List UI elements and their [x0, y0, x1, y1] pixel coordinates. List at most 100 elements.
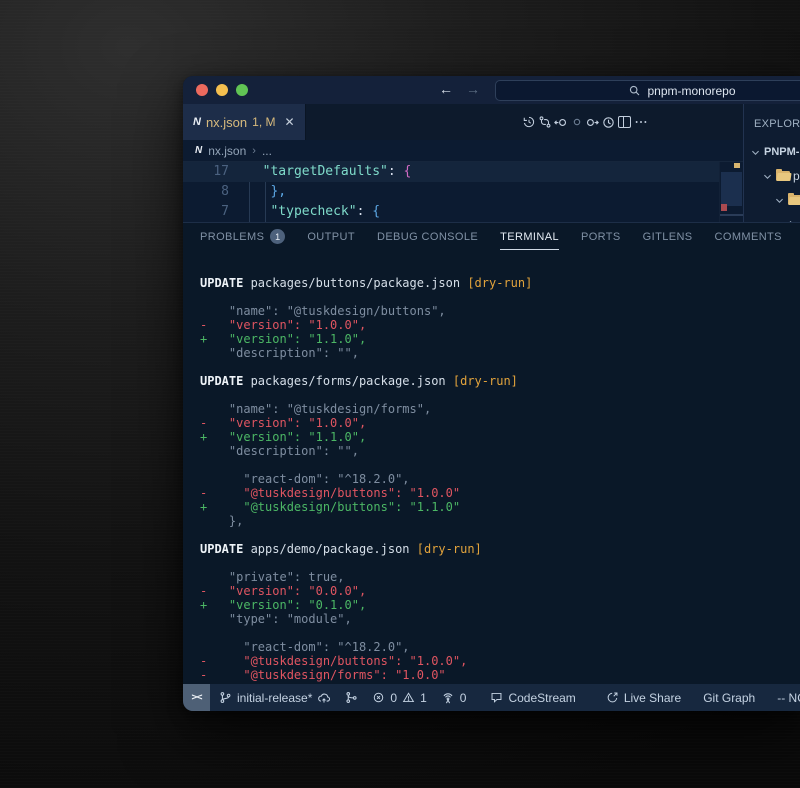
remote-indicator[interactable]: ><	[183, 684, 210, 711]
minimap-divider	[720, 214, 743, 216]
problems-status-item[interactable]: 0 1	[372, 691, 426, 705]
terminal-line	[200, 360, 800, 374]
terminal-line: - "version": "0.0.0",	[200, 584, 800, 598]
editor-line[interactable]: 17 "targetDefaults": {	[183, 162, 743, 182]
more-actions-icon[interactable]	[633, 114, 648, 130]
broadcast-status-item[interactable]: 0	[441, 691, 467, 705]
folder-icon	[776, 171, 790, 181]
tab-close-icon[interactable]: ✕	[285, 115, 295, 129]
vim-mode-label: -- NORM	[777, 691, 800, 705]
editor-line[interactable]: 8 },	[183, 182, 743, 202]
terminal-line: + "version": "1.1.0",	[200, 332, 800, 346]
explorer-folder-item[interactable]	[744, 188, 800, 212]
vscode-window: ← → pnpm-monorepo N nx.json 1, M ✕ N n	[183, 76, 800, 711]
minimap[interactable]	[719, 162, 743, 222]
terminal-output[interactable]: UPDATE packages/buttons/package.json [dr…	[183, 250, 800, 684]
traffic-lights	[196, 84, 248, 96]
title-bar: ← → pnpm-monorepo	[183, 76, 800, 104]
terminal-line: "description": "",	[200, 444, 800, 458]
terminal-line: "name": "@tuskdesign/forms",	[200, 402, 800, 416]
nx-file-icon: N	[195, 145, 202, 156]
editor-line[interactable]: 7 "typecheck": {	[183, 202, 743, 222]
terminal-line: "name": "@tuskdesign/buttons",	[200, 304, 800, 318]
live-share-item[interactable]: Live Share	[606, 691, 681, 705]
vim-mode-item: -- NORM	[777, 691, 800, 705]
panel-tab-debug-console[interactable]: DEBUG CONSOLE	[377, 231, 478, 243]
minimize-window-button[interactable]	[216, 84, 228, 96]
terminal-line: UPDATE packages/forms/package.json [dry-…	[200, 374, 800, 388]
line-number: 8	[183, 182, 229, 202]
explorer-sidebar: EXPLORER PNPM-MONOREPOpackages	[743, 104, 800, 222]
git-compare-icon[interactable]	[537, 114, 552, 130]
explorer-tree: PNPM-MONOREPOpackages	[744, 140, 800, 222]
panel-tab-output[interactable]: OUTPUT	[307, 231, 355, 243]
codestream-label: CodeStream	[508, 691, 575, 705]
code-text: },	[229, 182, 286, 202]
error-count: 0	[390, 691, 397, 705]
line-number: 17	[183, 162, 229, 182]
warning-count: 1	[420, 691, 427, 705]
code-editor[interactable]: 17 "targetDefaults": {8 },7 "typecheck":…	[183, 162, 743, 222]
panel-tab-gitlens[interactable]: GITLENS	[643, 231, 693, 243]
next-change-icon[interactable]	[585, 114, 600, 130]
zoom-window-button[interactable]	[236, 84, 248, 96]
terminal-line	[200, 458, 800, 472]
terminal-line: - "@tuskdesign/forms": "1.0.0"	[200, 668, 800, 682]
terminal-line: + "@tuskdesign/buttons": "1.1.0"	[200, 500, 800, 514]
broadcast-tower-icon	[441, 691, 455, 705]
code-text: "targetDefaults": {	[229, 162, 411, 182]
problems-count-badge: 1	[270, 229, 285, 244]
terminal-line: UPDATE apps/demo/package.json [dry-run]	[200, 542, 800, 556]
terminal-line: UPDATE packages/buttons/package.json [dr…	[200, 276, 800, 290]
terminal-line: - "version": "1.0.0",	[200, 318, 800, 332]
close-window-button[interactable]	[196, 84, 208, 96]
explorer-folder-item[interactable]: packages	[744, 164, 800, 188]
terminal-line: "private": true,	[200, 570, 800, 584]
terminal-line: - "@tuskdesign/buttons": "1.0.0",	[200, 654, 800, 668]
panel-tab-comments[interactable]: COMMENTS	[715, 231, 782, 243]
explorer-folder-item[interactable]	[744, 212, 800, 222]
command-center-search[interactable]: pnpm-monorepo	[495, 80, 800, 101]
timeline-history-icon[interactable]	[521, 114, 536, 130]
code-text: "typecheck": {	[229, 202, 380, 222]
gitlens-compare-item[interactable]	[345, 691, 358, 704]
terminal-line	[200, 556, 800, 570]
terminal-line: - "@tuskdesign/buttons": "1.0.0"	[200, 486, 800, 500]
tab-nx-json[interactable]: N nx.json 1, M ✕	[183, 104, 306, 140]
minimap-viewport[interactable]	[721, 172, 742, 206]
terminal-line	[200, 290, 800, 304]
terminal-line	[200, 626, 800, 640]
change-dot-icon	[569, 114, 584, 130]
chevron-down-icon	[774, 195, 785, 206]
breadcrumb-rest[interactable]: ...	[262, 144, 272, 158]
publish-cloud-icon[interactable]	[317, 691, 331, 705]
status-bar: >< initial-release* 0 1 0 CodeStream Liv…	[183, 684, 800, 711]
open-timeline-icon[interactable]	[601, 114, 616, 130]
nav-back-icon[interactable]: ←	[439, 81, 453, 97]
git-branch-icon	[219, 691, 232, 704]
explorer-root-item[interactable]: PNPM-MONOREPO	[744, 140, 800, 164]
live-share-label: Live Share	[624, 691, 681, 705]
previous-change-icon[interactable]	[553, 114, 568, 130]
terminal-line: "react-dom": "^18.2.0",	[200, 472, 800, 486]
chevron-down-icon	[750, 147, 761, 158]
editor-tab-bar: N nx.json 1, M ✕	[183, 104, 800, 140]
breadcrumb[interactable]: N nx.json › ...	[183, 140, 743, 162]
indent-guide	[249, 182, 250, 222]
git-merge-icon	[345, 691, 358, 704]
line-number: 7	[183, 202, 229, 222]
breadcrumb-file[interactable]: nx.json	[208, 144, 246, 158]
tab-filename: nx.json	[206, 115, 247, 130]
nav-forward-icon[interactable]: →	[466, 81, 480, 97]
terminal-line	[200, 528, 800, 542]
git-branch-item[interactable]: initial-release*	[219, 691, 331, 705]
breadcrumb-separator: ›	[252, 145, 256, 157]
split-editor-icon[interactable]	[617, 114, 632, 130]
panel-tab-terminal[interactable]: TERMINAL	[500, 231, 559, 250]
terminal-line: "description": "",	[200, 346, 800, 360]
codestream-item[interactable]: CodeStream	[490, 691, 575, 705]
editor-toolbar	[521, 114, 648, 130]
git-graph-item[interactable]: Git Graph	[703, 691, 755, 705]
panel-tab-ports[interactable]: PORTS	[581, 231, 621, 243]
panel-tab-problems[interactable]: PROBLEMS1	[200, 229, 285, 244]
